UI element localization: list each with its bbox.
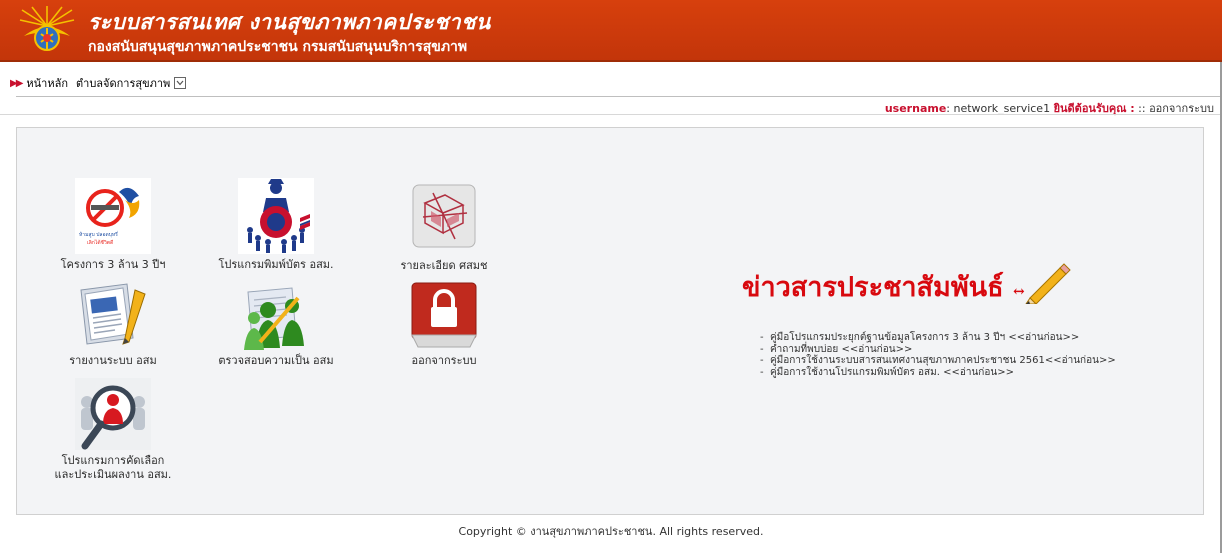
menu-label: โปรแกรมพิมพ์บัตร อสม. bbox=[218, 258, 334, 271]
volunteer-group-icon bbox=[238, 178, 314, 254]
chevron-down-icon[interactable] bbox=[174, 77, 187, 89]
app-title: ระบบสารสนเทศ งานสุขภาพภาคประชาชน bbox=[88, 10, 491, 34]
divider bbox=[0, 114, 1222, 115]
news-item: - คู่มือการใช้งานโปรแกรมพิมพ์บัตร อสม. <… bbox=[760, 366, 1014, 378]
divider bbox=[16, 96, 1222, 97]
news-arrow: ↔ bbox=[1012, 284, 1025, 300]
svg-text:ห้ามสูบ ปลอดบุหรี่: ห้ามสูบ ปลอดบุหรี่ bbox=[79, 231, 118, 238]
menu-item-card-printing[interactable]: โปรแกรมพิมพ์บัตร อสม. bbox=[213, 178, 339, 272]
menu-label: ออกจากระบบ bbox=[411, 354, 477, 367]
news-title: ข่าวสารประชาสัมพันธ์ ↔ bbox=[742, 265, 1025, 308]
news-item-text: คำถามที่พบบ่อย bbox=[769, 343, 842, 355]
news-list: - คู่มือโปรแกรมประยุกต์ฐานข้อมูลโครงการ … bbox=[760, 332, 1116, 378]
app-subtitle: กองสนับสนุนสุขภาพภาคประชาชน กรมสนับสนุนบ… bbox=[88, 39, 468, 55]
news-item: - คู่มือโปรแกรมประยุกต์ฐานข้อมูลโครงการ … bbox=[760, 332, 1080, 343]
menu-label: โครงการ 3 ล้าน 3 ปีฯ bbox=[60, 258, 166, 271]
read-more-link[interactable]: <<อ่านก่อน>> bbox=[943, 367, 1014, 378]
nav-health-district-menu[interactable]: ตำบลจัดการสุขภาพ bbox=[76, 74, 170, 92]
header-banner: ระบบสารสนเทศ งานสุขภาพภาคประชาชน กองสนับ… bbox=[0, 0, 1222, 62]
padlock-icon bbox=[411, 282, 477, 348]
menu-label: รายงานระบบ อสม bbox=[69, 354, 157, 367]
svg-text:เลิกได้ชีวิตดี: เลิกได้ชีวิตดี bbox=[87, 239, 113, 246]
news-title-text: ข่าวสารประชาสัมพันธ์ bbox=[742, 272, 1004, 303]
main-panel: ห้ามสูบ ปลอดบุหรี่ เลิกได้ชีวิตดี โครงกา… bbox=[16, 127, 1204, 515]
news-item: - คู่มือการใช้งานระบบสารสนเทศงานสุขภาพภา… bbox=[760, 355, 1116, 366]
double-arrow-icon: ▶▶ bbox=[10, 77, 23, 89]
breadcrumb-nav: ▶▶ หน้าหลัก ตำบลจัดการสุขภาพ bbox=[0, 74, 187, 92]
magnifier-person-icon bbox=[75, 378, 151, 450]
ministry-emblem-icon bbox=[19, 6, 75, 51]
news-item: - คำถามที่พบบ่อย <<อ่านก่อน>> bbox=[760, 343, 913, 355]
read-more-link[interactable]: <<อ่านก่อน>> bbox=[1045, 355, 1116, 366]
menu-item-check-volunteer[interactable]: ตรวจสอบความเป็น อสม bbox=[213, 280, 339, 368]
nav-home-link[interactable]: หน้าหลัก bbox=[26, 74, 68, 92]
details-report-icon bbox=[412, 184, 476, 248]
news-item-text: คู่มือโปรแกรมประยุกต์ฐานข้อมูลโครงการ 3 … bbox=[769, 332, 1009, 343]
pencil-icon bbox=[1025, 263, 1071, 304]
newspaper-report-icon bbox=[80, 283, 146, 345]
read-more-link[interactable]: <<อ่านก่อน>> bbox=[1008, 332, 1079, 343]
footer-copyright: Copyright © งานสุขภาพภาคประชาชน. All rig… bbox=[458, 525, 764, 538]
news-item-text: คู่มือการใช้งานระบบสารสนเทศงานสุขภาพภาคป… bbox=[769, 355, 1045, 366]
menu-label: โปรแกรมการคัดเลือก bbox=[61, 454, 165, 467]
read-more-link[interactable]: <<อ่านก่อน>> bbox=[841, 344, 912, 355]
people-check-icon bbox=[244, 287, 304, 350]
news-item-text: คู่มือการใช้งานโปรแกรมพิมพ์บัตร อสม. bbox=[769, 366, 944, 378]
no-smoking-project-logo-icon: ห้ามสูบ ปลอดบุหรี่ เลิกได้ชีวิตดี bbox=[75, 178, 151, 254]
menu-item-details[interactable]: รายละเอียด ศสมช bbox=[389, 178, 499, 273]
menu-label: รายละเอียด ศสมช bbox=[400, 259, 488, 272]
menu-item-logout[interactable]: ออกจากระบบ bbox=[389, 280, 499, 368]
menu-item-3m-project[interactable]: ห้ามสูบ ปลอดบุหรี่ เลิกได้ชีวิตดี โครงกา… bbox=[53, 178, 173, 272]
menu-label: และประเมินผลงาน อสม. bbox=[54, 468, 172, 481]
menu-item-volunteer-report[interactable]: รายงานระบบ อสม bbox=[53, 280, 173, 368]
menu-label: ตรวจสอบความเป็น อสม bbox=[218, 354, 334, 367]
menu-item-selection-evaluation[interactable]: โปรแกรมการคัดเลือก และประเมินผลงาน อสม. bbox=[53, 378, 173, 482]
